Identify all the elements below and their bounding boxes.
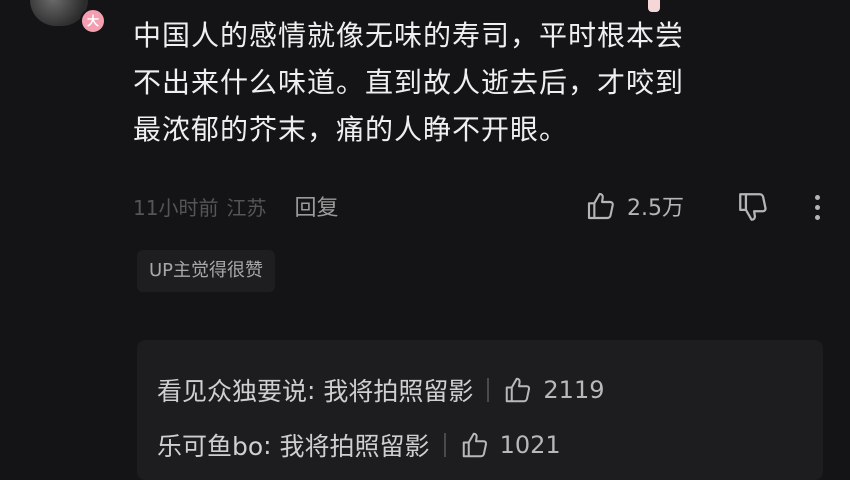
up-liked-tag: UP主觉得很赞: [137, 250, 276, 292]
thumbs-up-icon: [587, 192, 614, 220]
divider: [487, 378, 490, 402]
comment-meta: 11小时前 江苏 回复: [133, 186, 833, 226]
reply-item[interactable]: 乐可鱼bo : 我将拍照留影 1021: [157, 425, 561, 465]
reply-text: 我将拍照留影: [323, 377, 474, 406]
reply-button[interactable]: 回复: [294, 190, 338, 222]
avatar-badge: 大: [80, 8, 106, 34]
like-count: 2.5万: [627, 196, 684, 221]
reply-author[interactable]: 乐可鱼bo: [157, 427, 263, 463]
comment-line: 最浓郁的芥末，痛的人睁不开眼。: [133, 113, 569, 146]
comment-time: 11小时前: [133, 195, 219, 220]
reply-like-count: 2119: [543, 376, 605, 404]
comment-line: 不出来什么味道。直到故人逝去后，才咬到: [133, 66, 685, 99]
reply-like-count: 1021: [499, 431, 561, 459]
comment-line: 中国人的感情就像无味的寿司，平时根本尝: [133, 19, 685, 52]
more-options-button[interactable]: [805, 190, 829, 224]
replies-panel[interactable]: 看见众独要说 : 我将拍照留影 2119 乐可鱼bo : 我将拍照留影 1021: [137, 340, 823, 480]
reply-item[interactable]: 看见众独要说 : 我将拍照留影 2119: [157, 370, 604, 410]
more-vertical-icon: [814, 194, 820, 200]
comment-location: 江苏: [226, 195, 267, 220]
divider: [443, 433, 446, 457]
thumbs-up-icon[interactable]: [503, 375, 533, 405]
like-button[interactable]: 2.5万: [585, 186, 684, 226]
decorative-mark: [648, 0, 660, 12]
thumbs-down-icon[interactable]: [736, 190, 770, 224]
comment-text: 中国人的感情就像无味的寿司，平时根本尝 不出来什么味道。直到故人逝去后，才咬到 …: [133, 12, 823, 153]
thumbs-up-icon[interactable]: [460, 430, 490, 460]
reply-text: 我将拍照留影: [279, 432, 430, 461]
reply-author[interactable]: 看见众独要说: [157, 372, 307, 408]
